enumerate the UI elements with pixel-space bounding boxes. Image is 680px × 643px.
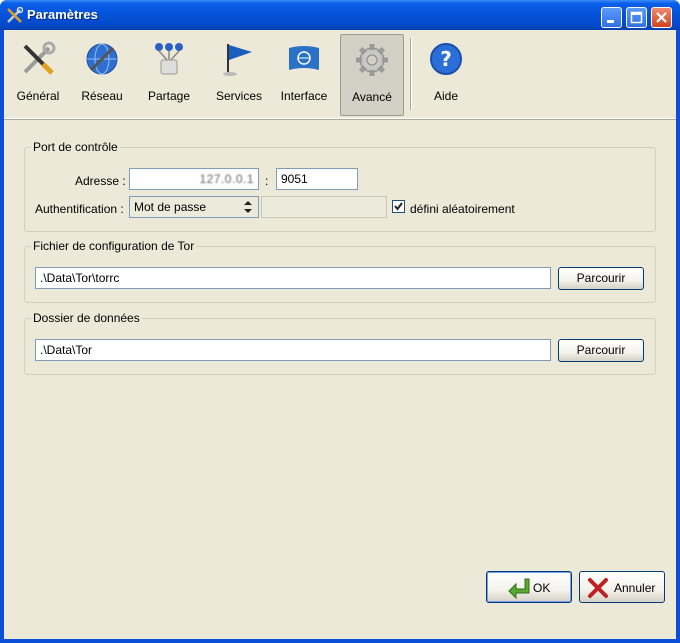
tab-sharing-label: Partage: [147, 89, 191, 103]
auth-method-select[interactable]: Mot de passe: [129, 196, 259, 218]
auth-method-value: Mot de passe: [134, 200, 207, 214]
random-password-label: défini aléatoirement: [410, 202, 515, 216]
tab-interface[interactable]: Interface: [276, 34, 332, 116]
tab-services[interactable]: Services: [208, 34, 270, 116]
return-arrow-icon: [508, 578, 530, 599]
maximize-button[interactable]: [626, 7, 647, 28]
tab-sharing[interactable]: Partage: [138, 34, 200, 116]
address-label: Adresse :: [75, 174, 126, 188]
data-dir-title: Dossier de données: [31, 311, 142, 325]
browse-torrc-button[interactable]: Parcourir: [558, 267, 644, 290]
torrc-group: Fichier de configuration de Tor .\Data\T…: [24, 239, 656, 303]
minimize-icon: [607, 20, 614, 23]
address-port-colon: :: [265, 174, 269, 188]
help-icon: ?: [430, 43, 462, 75]
relay-icon: [155, 43, 183, 75]
tab-network[interactable]: Réseau: [72, 34, 132, 116]
data-dir-group: Dossier de données .\Data\Tor Parcourir: [24, 311, 656, 375]
tab-network-label: Réseau: [81, 89, 123, 103]
browse-data-dir-button[interactable]: Parcourir: [558, 339, 644, 362]
tools-icon: [7, 7, 23, 23]
flag-icon: [223, 44, 252, 76]
minimize-button[interactable]: [601, 7, 622, 28]
window-title: Paramètres: [27, 7, 98, 22]
cancel-label: Annuler: [614, 581, 656, 595]
torrc-title: Fichier de configuration de Tor: [31, 239, 197, 253]
password-input[interactable]: [261, 196, 387, 218]
gear-icon: [356, 44, 388, 76]
globe-icon: [86, 43, 118, 75]
address-value: 127.0.0.1: [199, 172, 254, 186]
control-port-title: Port de contrôle: [31, 140, 120, 154]
svg-text:?: ?: [440, 47, 452, 71]
cancel-button[interactable]: Annuler: [579, 571, 665, 603]
close-icon: [656, 12, 667, 23]
tab-help[interactable]: ? Aide: [416, 34, 476, 116]
data-dir-input[interactable]: .\Data\Tor: [35, 339, 551, 361]
checkmark-icon: [394, 202, 403, 211]
tab-general-label: Général: [16, 89, 60, 103]
tab-advanced[interactable]: Avancé: [340, 34, 404, 116]
maximize-icon: [630, 11, 643, 24]
ok-button[interactable]: OK: [486, 571, 572, 603]
toolbar-separator: [410, 38, 411, 110]
red-x-icon: [588, 578, 608, 598]
tab-help-label: Aide: [433, 89, 459, 103]
un-flag-icon: [289, 46, 319, 70]
updown-arrow-icon: [244, 201, 252, 213]
title-bar[interactable]: Paramètres: [0, 0, 680, 30]
random-password-checkbox[interactable]: [392, 200, 405, 213]
control-port-group: Port de contrôle Adresse : 127.0.0.1 : 9…: [24, 140, 656, 232]
tab-services-label: Services: [215, 89, 262, 103]
tab-general[interactable]: Général: [8, 34, 68, 116]
address-input[interactable]: 127.0.0.1: [129, 168, 259, 190]
auth-label: Authentification :: [35, 202, 124, 216]
tab-advanced-label: Avancé: [352, 90, 392, 104]
settings-window: Paramètres Général Réseau Partage Servic…: [0, 0, 680, 643]
close-window-button[interactable]: [651, 7, 672, 28]
torrc-path-input[interactable]: .\Data\Tor\torrc: [35, 267, 551, 289]
settings-toolbar: Général Réseau Partage Services Interfac…: [4, 30, 676, 119]
port-input[interactable]: 9051: [276, 168, 358, 190]
tools-icon: [23, 41, 56, 75]
ok-label: OK: [533, 581, 551, 595]
dialog-body: Général Réseau Partage Services Interfac…: [4, 30, 676, 639]
tab-interface-label: Interface: [280, 89, 328, 103]
